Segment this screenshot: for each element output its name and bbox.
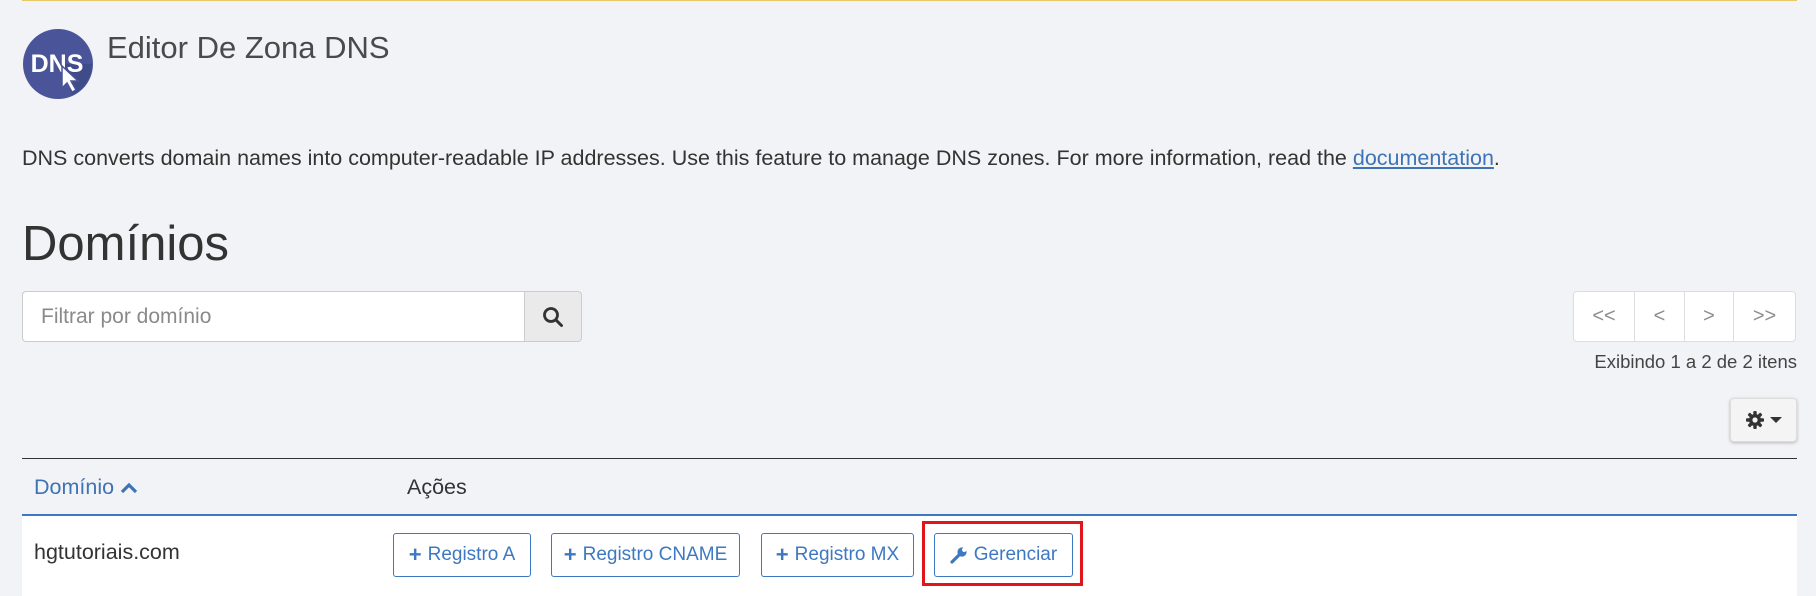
- add-a-record-button[interactable]: + Registro A: [393, 533, 531, 577]
- next-page-button[interactable]: >: [1684, 291, 1734, 342]
- last-page-button[interactable]: >>: [1733, 291, 1796, 342]
- highlight-box: [922, 521, 1083, 586]
- plus-icon: +: [563, 542, 577, 567]
- search-button[interactable]: [524, 291, 582, 342]
- prev-page-button[interactable]: <: [1634, 291, 1685, 342]
- table-header: Domínio Ações: [22, 458, 1797, 516]
- top-divider: [22, 0, 1797, 1]
- add-a-record-label: Registro A: [427, 544, 516, 565]
- chevron-up-icon: [120, 482, 138, 493]
- page-description: DNS converts domain names into computer-…: [22, 146, 1500, 171]
- column-header-actions: Ações: [407, 475, 467, 499]
- add-mx-record-button[interactable]: + Registro MX: [761, 533, 914, 577]
- app-title: Editor De Zona DNS: [107, 30, 390, 65]
- description-text: DNS converts domain names into computer-…: [22, 146, 1353, 170]
- dns-logo-icon: DNS: [22, 28, 94, 100]
- svg-text:DNS: DNS: [31, 50, 84, 78]
- add-cname-record-button[interactable]: + Registro CNAME: [551, 533, 740, 577]
- app-header: DNS Editor De Zona DNS: [22, 28, 390, 100]
- documentation-link[interactable]: documentation: [1353, 146, 1494, 170]
- gear-icon: [1746, 411, 1764, 429]
- section-title: Domínios: [22, 217, 229, 271]
- description-end: .: [1493, 146, 1500, 170]
- domains-table: Domínio Ações hgtutoriais.com + Registro…: [22, 458, 1797, 596]
- first-page-button[interactable]: <<: [1573, 291, 1635, 342]
- domain-filter-input[interactable]: [22, 291, 525, 342]
- paging-info: Exibindo 1 a 2 de 2 itens: [1594, 351, 1797, 372]
- search-icon: [543, 306, 564, 327]
- table-settings-button[interactable]: [1730, 398, 1797, 442]
- column-header-domain[interactable]: Domínio: [34, 475, 138, 500]
- add-mx-record-label: Registro MX: [794, 544, 900, 565]
- plus-icon: +: [408, 542, 422, 567]
- column-label-domain: Domínio: [34, 475, 115, 499]
- table-row: hgtutoriais.com + Registro A + Registro …: [22, 516, 1797, 596]
- chevron-down-icon: [1770, 417, 1782, 423]
- domain-cell: hgtutoriais.com: [34, 540, 180, 564]
- add-cname-record-label: Registro CNAME: [582, 544, 728, 565]
- plus-icon: +: [775, 542, 789, 567]
- domain-search: [22, 291, 582, 342]
- pagination: << < > >>: [1573, 291, 1796, 342]
